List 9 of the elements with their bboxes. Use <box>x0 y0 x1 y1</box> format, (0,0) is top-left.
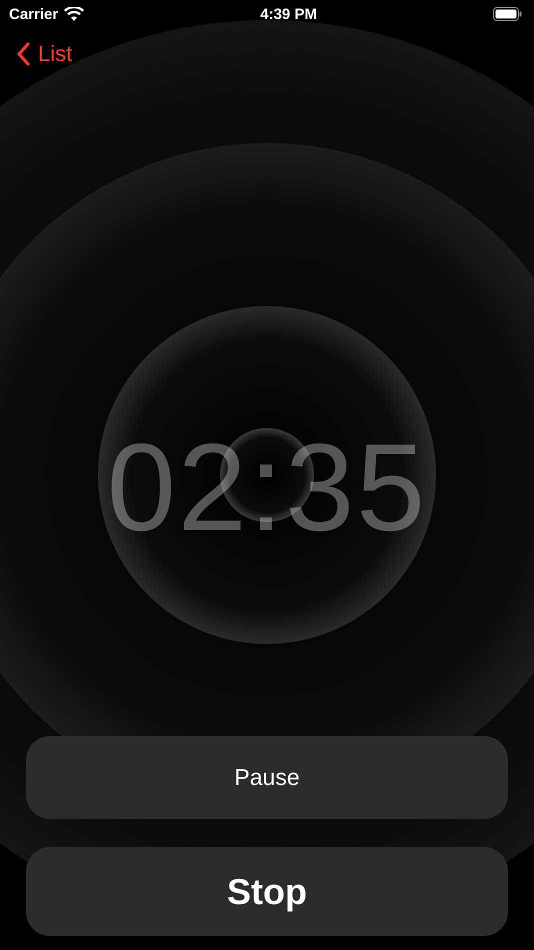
clock-label: 4:39 PM <box>260 6 317 22</box>
carrier-label: Carrier <box>9 6 58 22</box>
stop-button[interactable]: Stop <box>26 847 508 936</box>
back-button[interactable]: List <box>16 41 72 67</box>
chevron-left-icon <box>16 42 30 66</box>
timer-display: 02:35 <box>106 418 428 559</box>
wifi-icon <box>64 6 84 22</box>
battery-icon <box>493 7 522 21</box>
pause-button[interactable]: Pause <box>26 736 508 819</box>
